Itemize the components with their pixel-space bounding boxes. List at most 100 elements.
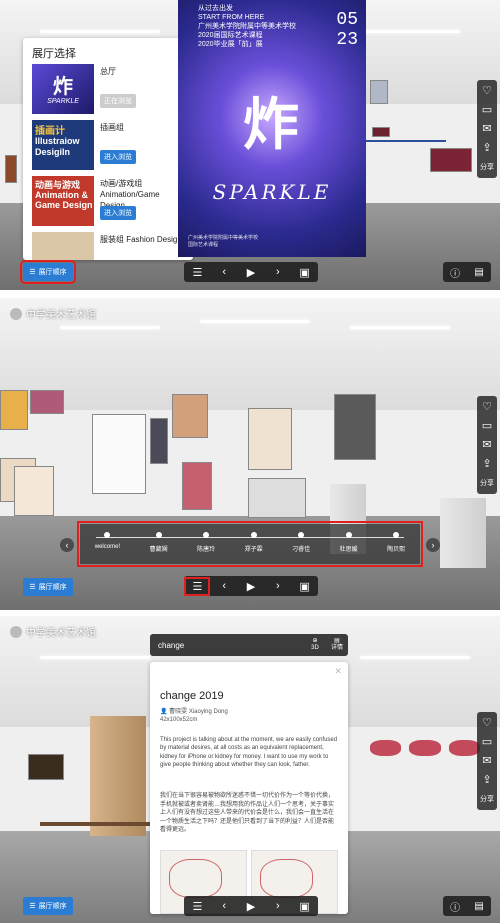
artwork-size: 42x100x52cm [160,717,198,723]
heart-icon[interactable]: ♡ [482,402,492,413]
info-icon[interactable]: ⓘ [450,899,460,914]
poster-sparkle: SPARKLE [212,180,332,204]
artwork [14,466,54,516]
hall-order-button[interactable]: ☰ 展厅顺序 [23,578,73,596]
artwork [409,740,441,756]
heart-icon[interactable]: ♡ [482,86,492,97]
hall-item: 动画与游戏 Animation & Game Design 动画/游戏组 Ani… [32,176,187,228]
artwork [182,462,212,510]
hall-item: 炸 SPARKLE 总厅 正在浏览 [32,64,187,116]
hall-order-button[interactable]: ☰ 展厅顺序 [20,260,76,284]
side-toolbar: ♡ ▭ ✉ ⇪ 分享 [477,80,497,178]
panel-divider [0,290,500,296]
gallery-icon[interactable]: ▤ [474,267,483,278]
hall-order-label: 展厅顺序 [38,584,67,591]
hall-thumbnail: 插画计 Illustraiow Desigiln [32,120,94,170]
hall-name: 服装组 Fashion Desig [100,235,178,244]
artwork [5,155,17,183]
search-bar: change ⊕ 3D ▤ 详情 [150,634,348,656]
playback-bar: ☰ ‹ ▶ › ▣ [184,576,318,596]
play-icon[interactable]: ▶ [241,900,261,913]
thumb-subtitle: SPARKLE [47,98,79,105]
gallery-title: 中学美术艺术馆 [26,310,96,321]
next-icon[interactable]: › [268,266,288,278]
browsing-button[interactable]: 正在浏览 [100,94,136,108]
timeline-item[interactable]: 陈唐玲 [197,532,215,553]
play-icon[interactable]: ▶ [241,266,261,279]
timeline-strip [366,140,446,142]
list-icon[interactable]: ☰ [187,266,207,279]
comment-icon[interactable]: ▭ [482,421,492,432]
share-icon[interactable]: ⇪ [482,143,491,154]
next-icon[interactable]: › [268,580,288,592]
list-icon[interactable]: ☰ [187,900,207,913]
heart-icon[interactable]: ♡ [482,718,492,729]
timeline-dot [203,532,210,538]
timeline-prev-icon[interactable]: ‹ [60,538,74,552]
playback-bar: ☰ ‹ ▶ › ▣ [184,896,318,916]
hall-selection-screen: 展厅选择 ✕ 炸 SPARKLE 总厅 正在浏览 插画计 Illustraiow… [0,0,500,290]
timeline-dot [104,532,111,538]
hall-name: 总厅 [100,67,116,76]
prev-icon[interactable]: ‹ [214,266,234,278]
timeline-label: 刁睿佳 [292,547,311,553]
3d-view-button[interactable]: ⊕ 3D [304,638,326,652]
artwork-detail-card: ✕ change 2019 👤 曹晓雯 Xiaoying Dong 42x100… [150,662,348,914]
prev-icon[interactable]: ‹ [214,900,234,912]
playback-bar: ☰ ‹ ▶ › ▣ [184,262,318,282]
view-controls: ⓘ ▤ [443,896,491,916]
close-icon[interactable]: ✕ [334,666,342,677]
timeline-next-icon[interactable]: › [426,538,440,552]
search-input[interactable]: change [150,641,304,650]
comment-icon[interactable]: ▭ [482,737,492,748]
timeline-dot [298,532,305,538]
comment-icon[interactable]: ▭ [482,105,492,116]
3d-label: 3D [311,645,319,651]
play-icon[interactable]: ▶ [241,580,261,593]
details-button[interactable]: ▤ 详情 [326,638,348,652]
image-icon[interactable]: ▣ [295,900,315,913]
enter-browse-button[interactable]: 进入浏览 [100,150,136,164]
hall-timeline-screen: 中学美术艺术馆 welcome! 曹葳娴 陈唐玲 郑子霖 刁睿佳 杜思媛 陶贝熙… [0,298,500,610]
timeline-item[interactable]: welcome! [95,532,120,550]
gallery-icon[interactable]: ▤ [474,901,483,912]
timeline-item[interactable]: 郑子霖 [245,532,263,553]
artwork-detail-screen: 中学美术艺术馆 change ⊕ 3D ▤ 详情 ✕ change 2019 👤 曹… [0,616,500,923]
timeline-item[interactable]: 杜思媛 [340,532,358,553]
message-icon[interactable]: ✉ [482,440,491,451]
timeline-label: 曹葳娴 [149,547,168,553]
timeline-dot [250,532,257,538]
list-icon[interactable]: ☰ [184,576,211,596]
artwork [28,754,64,780]
ceiling-light [350,326,450,329]
poster-date: 05 23 [336,10,358,50]
side-toolbar: ♡ ▭ ✉ ⇪ 分享 [477,396,497,494]
image-icon[interactable]: ▣ [295,266,315,279]
image-icon[interactable]: ▣ [295,580,315,593]
timeline-item[interactable]: 刁睿佳 [292,532,310,553]
timeline-item[interactable]: 曹葳娴 [150,532,168,553]
timeline-dot [393,532,400,538]
avatar [10,625,22,638]
hall-thumbnail [32,232,94,260]
message-icon[interactable]: ✉ [482,124,491,135]
description-en: This project is talking about at the mom… [160,737,338,769]
timeline-label: 杜思媛 [339,547,358,553]
share-icon[interactable]: ⇪ [482,459,491,470]
share-icon[interactable]: ⇪ [482,775,491,786]
enter-browse-button[interactable]: 进入浏览 [100,206,136,220]
hall-order-button[interactable]: ☰ 展厅顺序 [23,897,73,915]
artist-name-text: 曹晓雯 Xiaoying Dong [169,709,228,715]
info-icon[interactable]: ⓘ [450,265,460,280]
next-icon[interactable]: › [268,900,288,912]
gallery-title: 中学美术艺术馆 [26,628,96,639]
hall-order-label: 展厅顺序 [38,903,67,910]
timeline-item[interactable]: 陶贝熙 [387,532,405,553]
artwork [150,418,168,464]
ceiling-light [40,656,150,659]
message-icon[interactable]: ✉ [482,756,491,767]
artist-name: 👤 曹晓雯 Xiaoying Dong [160,706,228,715]
artwork [248,408,292,470]
timeline-dot [345,532,352,538]
prev-icon[interactable]: ‹ [214,580,234,592]
